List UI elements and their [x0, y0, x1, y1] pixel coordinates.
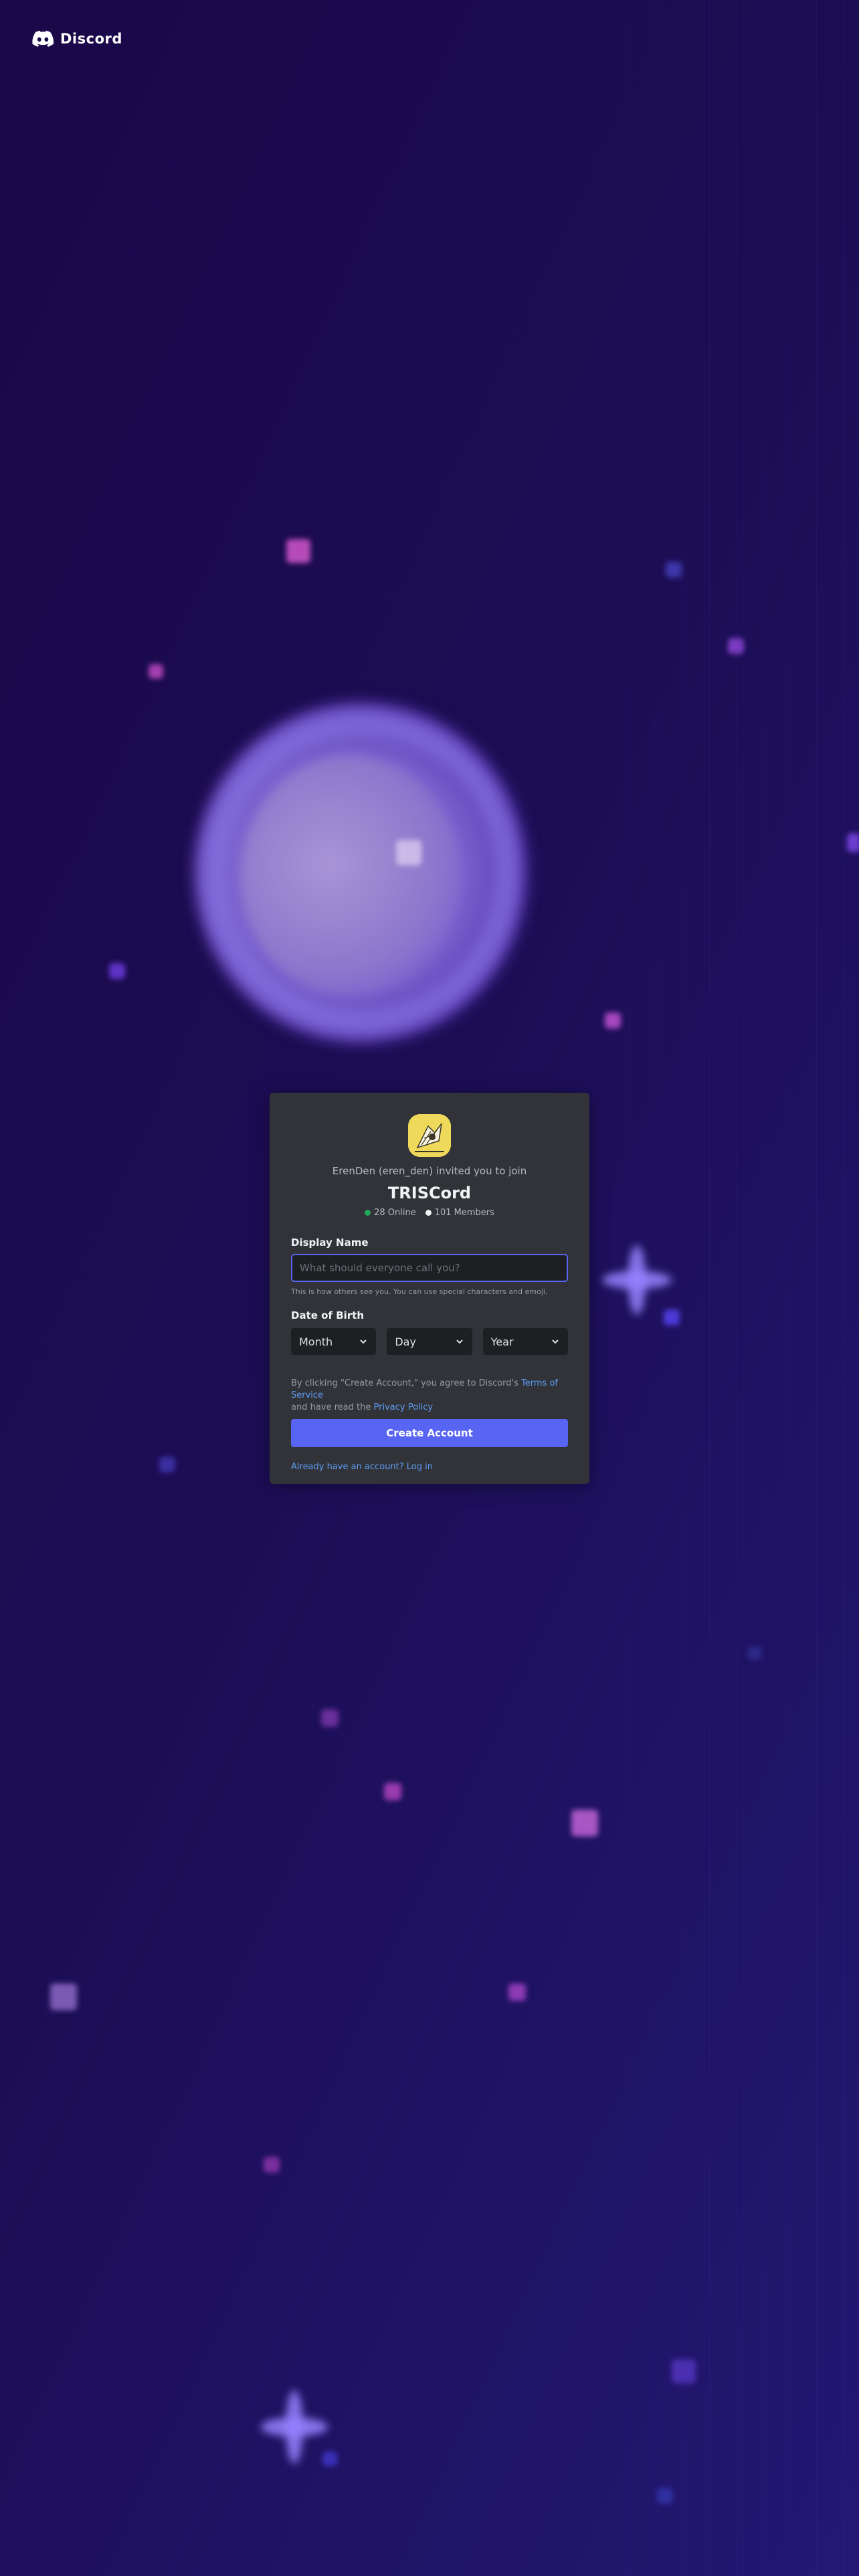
- legal-prefix: By clicking "Create Account," you agree …: [291, 1378, 518, 1388]
- server-stats: 28 Online 101 Members: [291, 1208, 568, 1218]
- day-value: Day: [395, 1335, 416, 1348]
- month-value: Month: [299, 1335, 333, 1348]
- pixel-decoration: [847, 833, 859, 852]
- server-icon: [408, 1114, 451, 1157]
- chevron-down-icon: [360, 1339, 367, 1344]
- display-name-hint: This is how others see you. You can use …: [291, 1287, 548, 1296]
- login-link[interactable]: Already have an account? Log in: [291, 1462, 568, 1472]
- members-dot-icon: [425, 1210, 432, 1216]
- pixel-decoration: [396, 840, 421, 865]
- day-select[interactable]: Day: [387, 1328, 472, 1355]
- pixel-decoration: [571, 1810, 598, 1836]
- legal-text: By clicking "Create Account," you agree …: [291, 1378, 568, 1414]
- year-select[interactable]: Year: [482, 1328, 568, 1355]
- pixel-decoration: [666, 562, 682, 578]
- members-label: 101 Members: [434, 1208, 494, 1218]
- dob-label: Date of Birth: [291, 1309, 365, 1321]
- pixel-decoration: [321, 1709, 339, 1727]
- pixel-decoration: [109, 963, 125, 979]
- server-avatar-art: [408, 1114, 451, 1157]
- month-select[interactable]: Month: [291, 1328, 377, 1355]
- pixel-decoration: [384, 1783, 401, 1800]
- inviter-text: ErenDen (eren_den) invited you to join: [332, 1165, 527, 1177]
- sparkle-decoration: [261, 2390, 328, 2464]
- pixel-decoration: [508, 1983, 526, 2001]
- pixel-decoration: [264, 2157, 280, 2173]
- pixel-decoration: [286, 539, 310, 563]
- sparkle-decoration: [602, 1245, 672, 1315]
- planet-core-decoration: [241, 756, 462, 996]
- pixel-decoration: [728, 638, 744, 654]
- year-value: Year: [490, 1335, 514, 1348]
- privacy-link[interactable]: Privacy Policy: [374, 1402, 434, 1412]
- display-name-label: Display Name: [291, 1237, 369, 1249]
- invite-card: ErenDen (eren_den) invited you to join T…: [270, 1093, 589, 1484]
- discord-logo-icon: [32, 31, 54, 47]
- chevron-down-icon: [552, 1339, 559, 1344]
- server-name: TRISCord: [387, 1184, 472, 1202]
- create-account-button[interactable]: Create Account: [291, 1419, 568, 1447]
- dob-selects: Month Day Year: [291, 1328, 568, 1355]
- brand-name: Discord: [60, 31, 122, 47]
- pixel-decoration: [159, 1457, 175, 1473]
- pixel-decoration: [149, 664, 163, 679]
- display-name-input[interactable]: [291, 1254, 568, 1282]
- member-count: 101 Members: [425, 1208, 494, 1218]
- online-label: 28 Online: [374, 1208, 416, 1218]
- pixel-decoration: [672, 2359, 696, 2383]
- chevron-down-icon: [456, 1339, 463, 1344]
- pixel-decoration: [657, 2488, 673, 2504]
- online-dot-icon: [365, 1210, 371, 1216]
- pixel-decoration: [605, 1012, 621, 1029]
- brand-logo[interactable]: Discord: [32, 31, 122, 47]
- pixel-decoration: [50, 1983, 77, 2010]
- legal-middle: and have read the: [291, 1402, 371, 1412]
- online-count: 28 Online: [365, 1208, 416, 1218]
- pixel-decoration: [748, 1646, 761, 1660]
